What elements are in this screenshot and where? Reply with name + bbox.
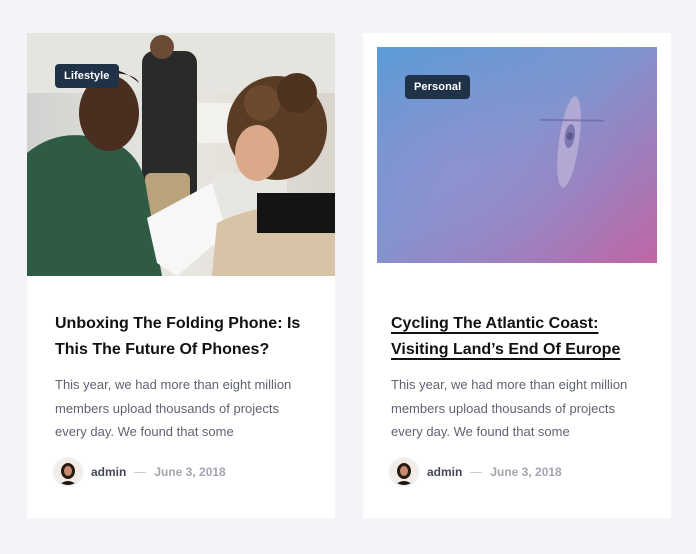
- author-name[interactable]: admin: [91, 465, 126, 479]
- author-name[interactable]: admin: [427, 465, 462, 479]
- post-meta: admin June 3, 2018: [391, 458, 562, 486]
- post-thumbnail[interactable]: Lifestyle: [27, 33, 335, 276]
- meta-separator: [134, 471, 147, 473]
- post-meta: admin June 3, 2018: [55, 458, 226, 486]
- avatar[interactable]: [391, 459, 417, 485]
- post-title[interactable]: Unboxing The Folding Phone: Is This The …: [55, 311, 315, 363]
- post-thumbnail[interactable]: Personal: [377, 47, 657, 263]
- post-title[interactable]: Cycling The Atlantic Coast: Visiting Lan…: [391, 311, 651, 363]
- post-date[interactable]: June 3, 2018: [154, 465, 225, 479]
- post-date[interactable]: June 3, 2018: [490, 465, 561, 479]
- category-badge[interactable]: Lifestyle: [55, 64, 119, 88]
- author-avatar-icon: [391, 459, 417, 485]
- post-excerpt: This year, we had more than eight millio…: [391, 377, 628, 439]
- post-excerpt: This year, we had more than eight millio…: [55, 377, 292, 439]
- category-badge[interactable]: Personal: [405, 75, 471, 99]
- post-card[interactable]: Lifestyle Unboxing The Folding Phone: Is…: [27, 33, 335, 518]
- avatar[interactable]: [55, 459, 81, 485]
- blog-grid: Lifestyle Unboxing The Folding Phone: Is…: [0, 0, 696, 554]
- author-avatar-icon: [55, 459, 81, 485]
- post-card[interactable]: Personal Cycling The Atlantic Coast: Vis…: [363, 33, 671, 518]
- meta-separator: [470, 471, 483, 473]
